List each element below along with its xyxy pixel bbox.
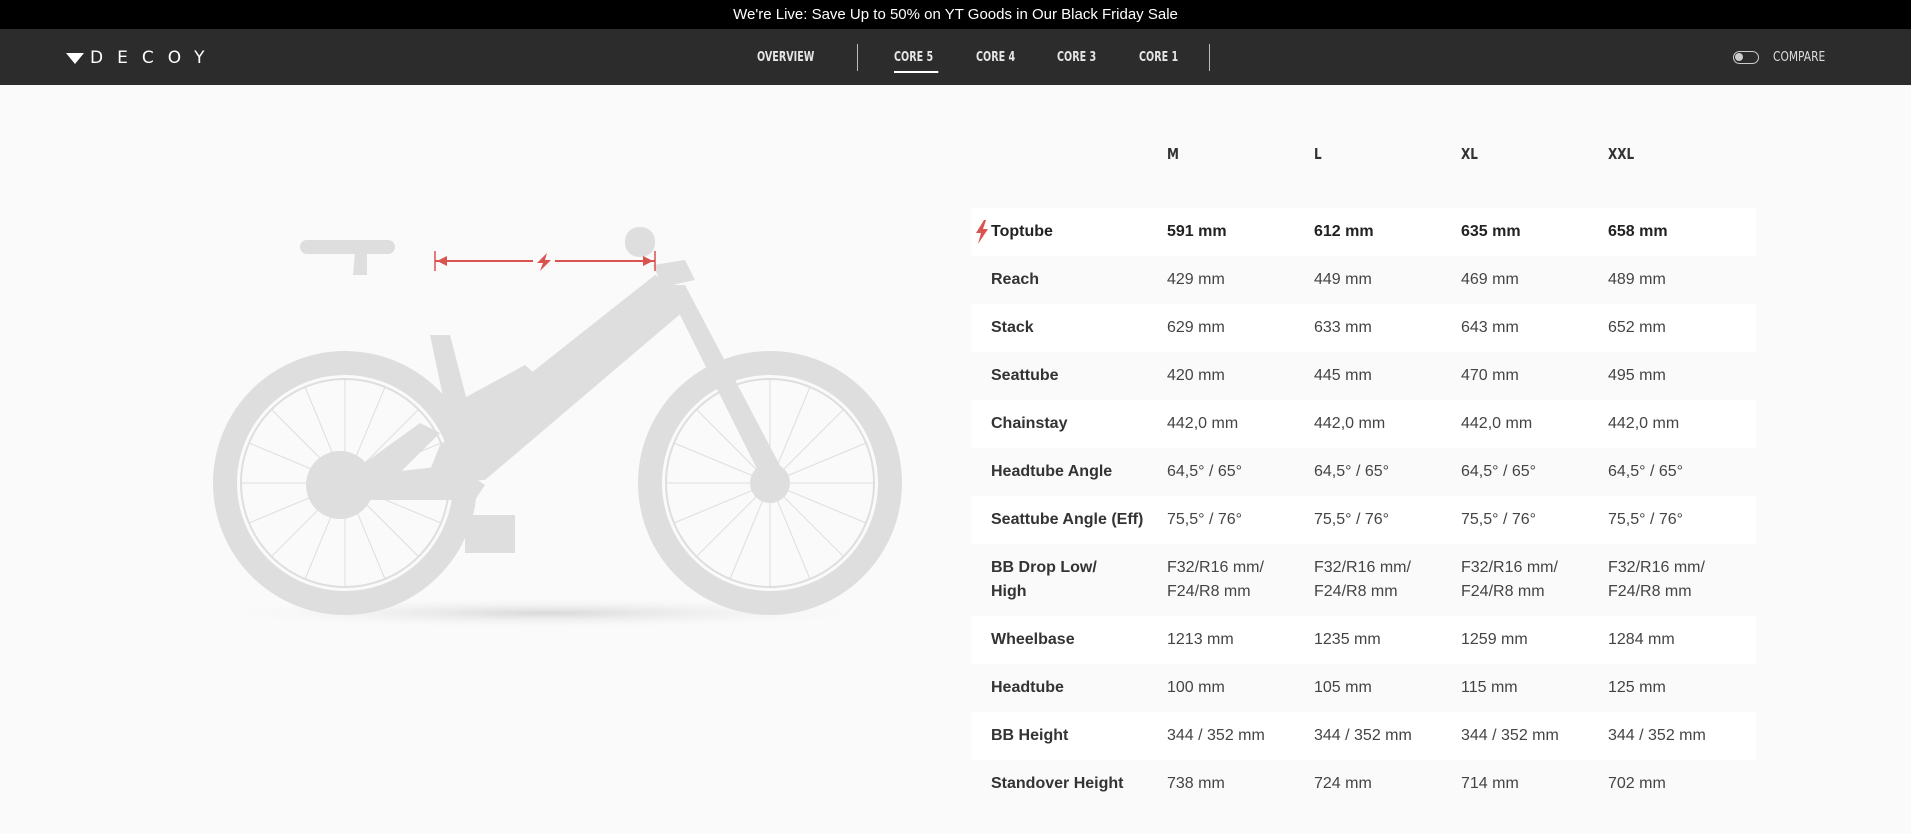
row-label: BB Drop Low/ High [991,559,1097,600]
row-label: Headtube Angle [991,463,1113,480]
row-label: Seattube Angle (Eff) [991,511,1144,528]
geometry-table: M L XL XXL Toptube 591 mm 612 mm 635 mm … [971,120,1756,808]
table-cell: 629 mm [1167,319,1225,336]
table-cell: 658 mm [1608,223,1668,240]
table-cell: 724 mm [1314,775,1372,792]
table-cell: 1213 mm [1167,631,1234,648]
table-row-reach: Reach 429 mm 449 mm 469 mm 489 mm [971,256,1756,304]
table-cell: 64,5° / 65° [1608,463,1684,480]
size-header-row: M L XL XXL [971,120,1756,208]
table-cell: 652 mm [1608,319,1666,336]
row-label: Standover Height [991,775,1124,792]
table-cell: 442,0 mm [1608,415,1680,432]
row-label: Wheelbase [991,631,1075,648]
table-cell: 489 mm [1608,271,1666,288]
nav-core-1[interactable]: CORE 1 [1139,50,1178,65]
table-row-bb-height: BB Height 344 / 352 mm 344 / 352 mm 344 … [971,712,1756,760]
table-cell: F32/R16 mm/ F24/R8 mm [1314,559,1411,600]
table-cell: F32/R16 mm/ F24/R8 mm [1608,559,1705,600]
nav-core-3[interactable]: CORE 3 [1057,50,1096,65]
table-row-stack: Stack 629 mm 633 mm 643 mm 652 mm [971,304,1756,352]
row-label: Toptube [991,223,1053,240]
table-cell: 591 mm [1167,223,1227,240]
table-cell: 469 mm [1461,271,1519,288]
table-cell: 75,5° / 76° [1167,511,1243,528]
row-label: Chainstay [991,415,1068,432]
highlight-bolt-icon [976,220,988,244]
row-label: Seattube [991,367,1059,384]
nav-core-4[interactable]: CORE 4 [976,50,1015,65]
table-cell: 75,5° / 76° [1461,511,1537,528]
table-row-seattube-angle: Seattube Angle (Eff) 75,5° / 76° 75,5° /… [971,496,1756,544]
table-cell: F32/R16 mm/ F24/R8 mm [1461,559,1558,600]
promo-banner[interactable]: We're Live: Save Up to 50% on YT Goods i… [0,0,1911,29]
table-row-wheelbase: Wheelbase 1213 mm 1235 mm 1259 mm 1284 m… [971,616,1756,664]
table-cell: 344 / 352 mm [1461,727,1559,744]
table-cell: 1284 mm [1608,631,1675,648]
brand-logo[interactable]: DECOY [66,48,219,68]
row-label: BB Height [991,727,1069,744]
compare-toggle[interactable] [1733,50,1760,64]
table-cell: 702 mm [1608,775,1666,792]
table-cell: 738 mm [1167,775,1225,792]
size-header-m: M [1167,145,1179,163]
bike-geometry-image [195,227,902,629]
table-cell: 449 mm [1314,271,1372,288]
table-cell: 442,0 mm [1314,415,1386,432]
size-header-xl: XL [1461,145,1478,163]
nav-divider [856,43,858,71]
navbar: DECOY OVERVIEW CORE 5 CORE 4 CORE 3 CORE… [0,29,1911,85]
row-label: Headtube [991,679,1064,696]
table-cell: 1235 mm [1314,631,1381,648]
table-cell: 100 mm [1167,679,1225,696]
table-cell: 714 mm [1461,775,1519,792]
table-cell: 445 mm [1314,367,1372,384]
table-cell: 643 mm [1461,319,1519,336]
row-label: Stack [991,319,1034,336]
table-row-bb-drop: BB Drop Low/ High F32/R16 mm/ F24/R8 mm … [971,544,1756,616]
table-cell: 344 / 352 mm [1314,727,1412,744]
table-cell: 612 mm [1314,223,1374,240]
nav-divider [1208,43,1210,71]
table-cell: 75,5° / 76° [1608,511,1684,528]
compare-label[interactable]: COMPARE [1773,50,1825,65]
promo-text[interactable]: We're Live: Save Up to 50% on YT Goods i… [733,6,1178,23]
compare-control[interactable]: COMPARE [1733,29,1837,85]
table-cell: 442,0 mm [1167,415,1239,432]
nav-overview[interactable]: OVERVIEW [757,50,814,65]
size-header-l: L [1314,145,1322,163]
table-cell: 64,5° / 65° [1314,463,1390,480]
table-row-headtube-angle: Headtube Angle 64,5° / 65° 64,5° / 65° 6… [971,448,1756,496]
table-cell: 429 mm [1167,271,1225,288]
logo-text: DECOY [90,48,219,68]
table-cell: 420 mm [1167,367,1225,384]
table-cell: 344 / 352 mm [1167,727,1265,744]
toptube-dimension [434,251,656,271]
table-row-seattube: Seattube 420 mm 445 mm 470 mm 495 mm [971,352,1756,400]
table-cell: 75,5° / 76° [1314,511,1390,528]
model-nav: OVERVIEW CORE 5 CORE 4 CORE 3 CORE 1 [757,29,1210,85]
row-label: Reach [991,271,1040,288]
table-cell: 442,0 mm [1461,415,1533,432]
nav-core-5[interactable]: CORE 5 [893,50,938,73]
table-row-chainstay: Chainstay 442,0 mm 442,0 mm 442,0 mm 442… [971,400,1756,448]
table-cell: 64,5° / 65° [1461,463,1537,480]
table-cell: 635 mm [1461,223,1521,240]
table-row-toptube: Toptube 591 mm 612 mm 635 mm 658 mm [971,208,1756,256]
table-cell: F32/R16 mm/ F24/R8 mm [1167,559,1264,600]
table-cell: 344 / 352 mm [1608,727,1706,744]
table-cell: 105 mm [1314,679,1372,696]
bike-frame [300,227,790,553]
table-row-standover: Standover Height 738 mm 724 mm 714 mm 70… [971,760,1756,808]
table-cell: 125 mm [1608,679,1666,696]
size-header-xxl: XXL [1608,145,1635,163]
table-cell: 115 mm [1461,679,1518,696]
logo-triangle-icon [66,52,84,64]
table-cell: 495 mm [1608,367,1666,384]
table-cell: 1259 mm [1461,631,1528,648]
table-cell: 633 mm [1314,319,1372,336]
table-cell: 470 mm [1461,367,1519,384]
table-row-headtube: Headtube 100 mm 105 mm 115 mm 125 mm [971,664,1756,712]
table-cell: 64,5° / 65° [1167,463,1243,480]
